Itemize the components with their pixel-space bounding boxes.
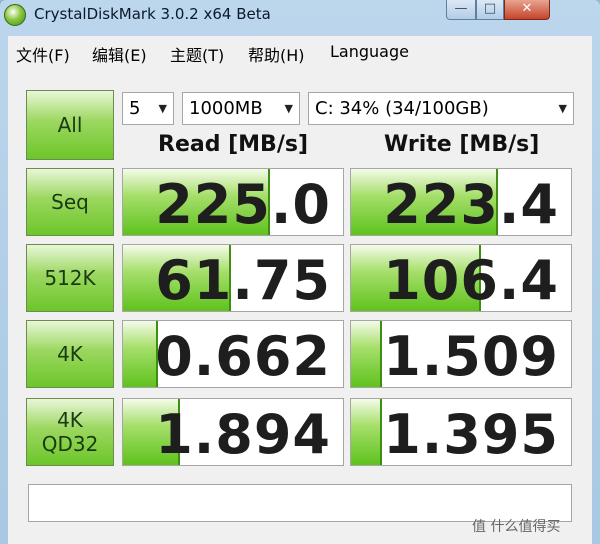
all-button-label: All [57, 113, 83, 137]
size-select[interactable]: 1000MB ▼ [182, 92, 300, 125]
maximize-button[interactable]: □ [476, 0, 504, 20]
close-button[interactable]: ✕ [504, 0, 550, 20]
drive-value: C: 34% (34/100GB) [315, 98, 489, 119]
menu-file[interactable]: 文件(F) [16, 42, 70, 66]
4k-qd32-write-bar [351, 399, 382, 465]
window-title: CrystalDiskMark 3.0.2 x64 Beta [34, 5, 271, 23]
512k-read-value: 61.75 [155, 249, 331, 312]
4k-write-value: 1.509 [383, 325, 559, 388]
write-column-header: Write [MB/s] [384, 132, 540, 157]
watermark-text: 值 什么值得买 [472, 519, 561, 535]
4k-button[interactable]: 4K [26, 320, 114, 388]
close-icon: ✕ [521, 1, 533, 16]
chevron-down-icon: ▼ [284, 102, 293, 115]
512k-write-cell: 106.4 [350, 244, 572, 312]
seq-write-cell: 223.4 [350, 168, 572, 236]
512k-label: 512K [44, 266, 96, 290]
runs-value: 5 [129, 98, 141, 119]
chevron-down-icon: ▼ [158, 102, 167, 115]
read-column-header: Read [MB/s] [158, 132, 309, 157]
4k-qd32-button[interactable]: 4K QD32 [26, 398, 114, 466]
chevron-down-icon: ▼ [558, 102, 567, 115]
minimize-button[interactable]: — [446, 0, 476, 20]
seq-read-value: 225.0 [155, 173, 331, 236]
512k-read-cell: 61.75 [122, 244, 344, 312]
4k-qd32-write-cell: 1.395 [350, 398, 572, 466]
crystaldiskmark-app-icon [4, 4, 26, 26]
menu-theme[interactable]: 主题(T) [170, 42, 224, 66]
all-button[interactable]: All [26, 90, 114, 160]
seq-button[interactable]: Seq [26, 168, 114, 236]
4k-qd32-label: 4K QD32 [41, 408, 99, 456]
seq-read-cell: 225.0 [122, 168, 344, 236]
4k-read-bar [123, 321, 158, 387]
4k-write-cell: 1.509 [350, 320, 572, 388]
4k-qd32-read-cell: 1.894 [122, 398, 344, 466]
seq-write-value: 223.4 [383, 173, 559, 236]
512k-write-value: 106.4 [383, 249, 559, 312]
4k-qd32-write-value: 1.395 [383, 403, 559, 466]
minimize-icon: — [454, 1, 468, 16]
menu-bar: 文件(F) 编辑(E) 主题(T) 帮助(H) Language [8, 36, 592, 68]
maximize-icon: □ [483, 1, 497, 16]
4k-write-bar [351, 321, 382, 387]
seq-label: Seq [51, 190, 89, 214]
4k-label: 4K [57, 342, 83, 366]
4k-read-value: 0.662 [155, 325, 331, 388]
title-bar[interactable]: CrystalDiskMark 3.0.2 x64 Beta — □ ✕ [0, 0, 600, 30]
app-window: CrystalDiskMark 3.0.2 x64 Beta — □ ✕ 文件(… [0, 0, 600, 544]
runs-select[interactable]: 5 ▼ [122, 92, 174, 125]
main-panel: All 5 ▼ 1000MB ▼ C: 34% (34/100GB) ▼ Rea… [8, 68, 592, 544]
512k-button[interactable]: 512K [26, 244, 114, 312]
watermark: 值 什么值得买 [472, 516, 560, 536]
menu-help[interactable]: 帮助(H) [248, 42, 305, 66]
menu-edit[interactable]: 编辑(E) [92, 42, 147, 66]
menu-language[interactable]: Language [330, 42, 409, 61]
4k-qd32-read-value: 1.894 [155, 403, 331, 466]
4k-read-cell: 0.662 [122, 320, 344, 388]
drive-select[interactable]: C: 34% (34/100GB) ▼ [308, 92, 574, 125]
size-value: 1000MB [189, 98, 263, 119]
